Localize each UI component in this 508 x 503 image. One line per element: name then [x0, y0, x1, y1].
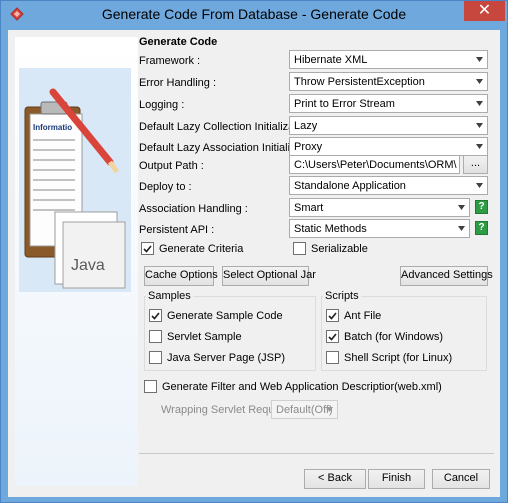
lazy-collection-value: Lazy — [294, 120, 318, 132]
illustration-java-text: Java — [71, 257, 105, 274]
persistent-api-value: Static Methods — [294, 223, 367, 235]
logging-label: Logging : — [139, 99, 185, 111]
checkbox-box — [149, 330, 162, 343]
chevron-down-icon — [476, 123, 483, 128]
shell-script-label: Shell Script (for Linux) — [344, 351, 453, 364]
dialog-window: Generate Code From Database - Generate C… — [0, 0, 508, 503]
persistent-api-label: Persistent API : — [139, 224, 215, 236]
checkbox-box — [141, 242, 154, 255]
jsp-label: Java Server Page (JSP) — [167, 351, 285, 364]
generate-sample-code-label: Generate Sample Code — [167, 309, 283, 322]
jsp-checkbox[interactable]: Java Server Page (JSP) — [149, 351, 285, 364]
scripts-group-title: Scripts — [323, 290, 361, 302]
deploy-to-select[interactable]: Standalone Application — [289, 176, 488, 195]
chevron-down-icon — [458, 226, 465, 231]
checkbox-box — [149, 351, 162, 364]
framework-select[interactable]: Hibernate XML — [289, 50, 488, 69]
checkbox-box — [293, 242, 306, 255]
persistent-api-help-icon[interactable]: ? — [475, 221, 488, 235]
generate-filter-checkbox[interactable]: Generate Filter and Web Application Desc… — [144, 380, 442, 393]
serializable-checkbox[interactable]: Serializable — [293, 242, 368, 255]
servlet-sample-checkbox[interactable]: Servlet Sample — [149, 330, 242, 343]
chevron-down-icon — [458, 205, 465, 210]
check-mark-icon — [151, 311, 160, 320]
close-button[interactable]: ✕ — [464, 1, 505, 21]
ant-file-label: Ant File — [344, 309, 382, 322]
cancel-button[interactable]: Cancel — [432, 469, 490, 489]
framework-value: Hibernate XML — [294, 54, 368, 66]
ant-file-checkbox[interactable]: Ant File — [326, 309, 381, 322]
dialog-content: Informatio Java Generate Code Framework … — [8, 30, 500, 497]
checkbox-box — [149, 309, 162, 322]
chevron-down-icon — [476, 57, 483, 62]
checkbox-box — [326, 309, 339, 322]
cache-options-button[interactable]: Cache Options — [144, 266, 218, 286]
advanced-settings-button[interactable]: Advanced Settings — [400, 266, 493, 286]
title-bar: Generate Code From Database - Generate C… — [1, 1, 507, 29]
deploy-to-value: Standalone Application — [294, 180, 406, 192]
generate-criteria-label: Generate Criteria — [159, 242, 244, 255]
generate-criteria-checkbox[interactable]: Generate Criteria — [141, 242, 243, 255]
generate-sample-code-checkbox[interactable]: Generate Sample Code — [149, 309, 283, 322]
association-handling-value: Smart — [294, 202, 324, 214]
wrapping-select[interactable]: Default(Off) — [271, 400, 338, 419]
wizard-illustration: Informatio Java — [15, 37, 138, 486]
checkbox-box — [144, 380, 157, 393]
batch-label: Batch (for Windows) — [344, 330, 444, 343]
chevron-down-icon — [476, 79, 483, 84]
error-handling-value: Throw PersistentException — [294, 76, 425, 88]
samples-group-title: Samples — [146, 290, 193, 302]
checkbox-box — [326, 351, 339, 364]
lazy-collection-select[interactable]: Lazy — [289, 116, 488, 135]
section-heading: Generate Code — [139, 36, 218, 48]
browse-button[interactable]: ... — [463, 155, 488, 174]
framework-label: Framework : — [139, 55, 201, 67]
check-mark-icon — [328, 311, 337, 320]
servlet-sample-label: Servlet Sample — [167, 330, 242, 343]
check-mark-icon — [143, 244, 152, 253]
chevron-down-icon — [326, 407, 333, 412]
back-button[interactable]: < Back — [304, 469, 366, 489]
lazy-association-select[interactable]: Proxy — [289, 137, 488, 156]
chevron-down-icon — [476, 101, 483, 106]
output-path-input[interactable]: C:\Users\Peter\Documents\ORM\ — [289, 155, 460, 174]
logging-value: Print to Error Stream — [294, 98, 395, 110]
output-path-label: Output Path : — [139, 160, 204, 172]
window-title: Generate Code From Database - Generate C… — [101, 6, 407, 22]
persistent-api-select[interactable]: Static Methods — [289, 219, 470, 238]
deploy-to-label: Deploy to : — [139, 181, 192, 193]
association-handling-label: Association Handling : — [139, 203, 248, 215]
check-mark-icon — [328, 332, 337, 341]
shell-script-checkbox[interactable]: Shell Script (for Linux) — [326, 351, 452, 364]
serializable-label: Serializable — [311, 242, 368, 255]
finish-button[interactable]: Finish — [368, 469, 425, 489]
generate-filter-label: Generate Filter and Web Application Desc… — [162, 380, 442, 393]
clipboard-java-illustration: Informatio Java — [19, 68, 131, 292]
association-handling-select[interactable]: Smart — [289, 198, 470, 217]
error-handling-label: Error Handling : — [139, 77, 217, 89]
output-path-value: C:\Users\Peter\Documents\ORM\ — [294, 159, 457, 171]
chevron-down-icon — [476, 183, 483, 188]
checkbox-box — [326, 330, 339, 343]
error-handling-select[interactable]: Throw PersistentException — [289, 72, 488, 91]
lazy-association-value: Proxy — [294, 141, 323, 153]
footer-separator — [139, 453, 494, 454]
wrapping-value: Default(Off) — [276, 404, 333, 416]
logging-select[interactable]: Print to Error Stream — [289, 94, 488, 113]
association-help-icon[interactable]: ? — [475, 200, 488, 214]
select-optional-jar-button[interactable]: Select Optional Jar — [222, 266, 316, 286]
illustration-form-heading: Informatio — [33, 123, 72, 132]
chevron-down-icon — [476, 144, 483, 149]
batch-checkbox[interactable]: Batch (for Windows) — [326, 330, 443, 343]
